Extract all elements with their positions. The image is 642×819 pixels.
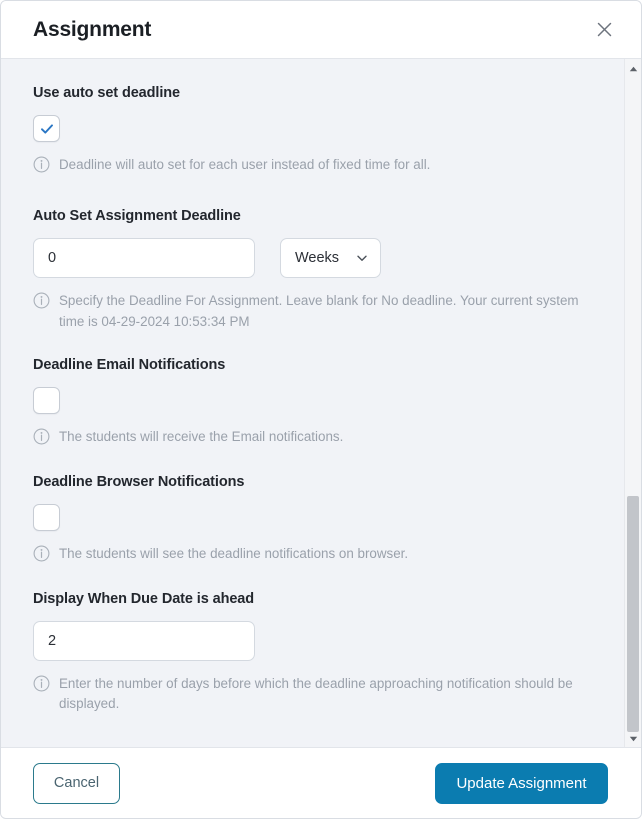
- field-label: Deadline Email Notifications: [33, 356, 226, 373]
- deadline-unit-select[interactable]: Weeks: [280, 238, 381, 278]
- info-icon: [33, 156, 50, 178]
- deadline-input-row: Weeks: [33, 238, 609, 278]
- info-icon: [33, 675, 50, 697]
- helper-row: The students will see the deadline notif…: [33, 544, 593, 567]
- triangle-up-icon: [629, 59, 638, 77]
- deadline-email-notifications-checkbox[interactable]: [33, 386, 60, 414]
- scroll-down-button[interactable]: [625, 729, 641, 747]
- deadline-unit-value: Weeks: [295, 250, 340, 266]
- display-due-date-days-input[interactable]: [33, 620, 255, 661]
- field-display-when-due-date-ahead: Display When Due Date is ahead Enter the…: [33, 591, 609, 716]
- scrollbar-thumb[interactable]: [627, 496, 639, 732]
- vertical-scrollbar[interactable]: [624, 59, 641, 747]
- field-deadline-email-notifications: Deadline Email Notifications The student…: [33, 357, 609, 450]
- check-icon: [39, 121, 55, 137]
- helper-row: Enter the number of days before which th…: [33, 674, 593, 716]
- page-title: Assignment: [33, 17, 152, 41]
- deadline-browser-notifications-checkbox[interactable]: [33, 503, 60, 531]
- triangle-down-icon: [629, 729, 638, 747]
- helper-row: The students will receive the Email noti…: [33, 427, 593, 450]
- helper-text: The students will receive the Email noti…: [59, 428, 344, 444]
- field-deadline-browser-notifications: Deadline Browser Notifications The stude…: [33, 474, 609, 567]
- modal-footer: Cancel Update Assignment: [1, 747, 641, 818]
- scroll-up-button[interactable]: [625, 59, 641, 77]
- assignment-modal: Assignment Use auto set deadline Deadlin…: [0, 0, 642, 819]
- close-icon: [596, 21, 613, 38]
- info-icon: [33, 428, 50, 450]
- cancel-button[interactable]: Cancel: [33, 762, 120, 804]
- close-button[interactable]: [589, 15, 619, 45]
- field-use-auto-set-deadline: Use auto set deadline Deadline will auto…: [33, 85, 609, 178]
- helper-text: Specify the Deadline For Assignment. Lea…: [59, 293, 579, 329]
- info-icon: [33, 292, 50, 314]
- use-auto-set-deadline-checkbox[interactable]: [33, 115, 60, 142]
- field-label: Deadline Browser Notifications: [33, 473, 245, 490]
- field-label: Auto Set Assignment Deadline: [33, 208, 241, 224]
- helper-text: Deadline will auto set for each user ins…: [59, 157, 431, 172]
- modal-header: Assignment: [1, 1, 641, 59]
- info-icon: [33, 545, 50, 567]
- helper-text: The students will see the deadline notif…: [59, 545, 409, 561]
- update-assignment-button[interactable]: Update Assignment: [435, 762, 608, 804]
- field-label: Use auto set deadline: [33, 85, 180, 101]
- field-auto-set-assignment-deadline: Auto Set Assignment Deadline Weeks: [33, 208, 609, 333]
- modal-body: Use auto set deadline Deadline will auto…: [1, 59, 641, 747]
- helper-row: Specify the Deadline For Assignment. Lea…: [33, 291, 593, 333]
- field-label: Display When Due Date is ahead: [33, 590, 255, 607]
- helper-text: Enter the number of days before which th…: [59, 675, 573, 712]
- helper-row: Deadline will auto set for each user ins…: [33, 155, 593, 178]
- deadline-value-input[interactable]: [33, 238, 255, 278]
- chevron-down-icon: [355, 251, 369, 265]
